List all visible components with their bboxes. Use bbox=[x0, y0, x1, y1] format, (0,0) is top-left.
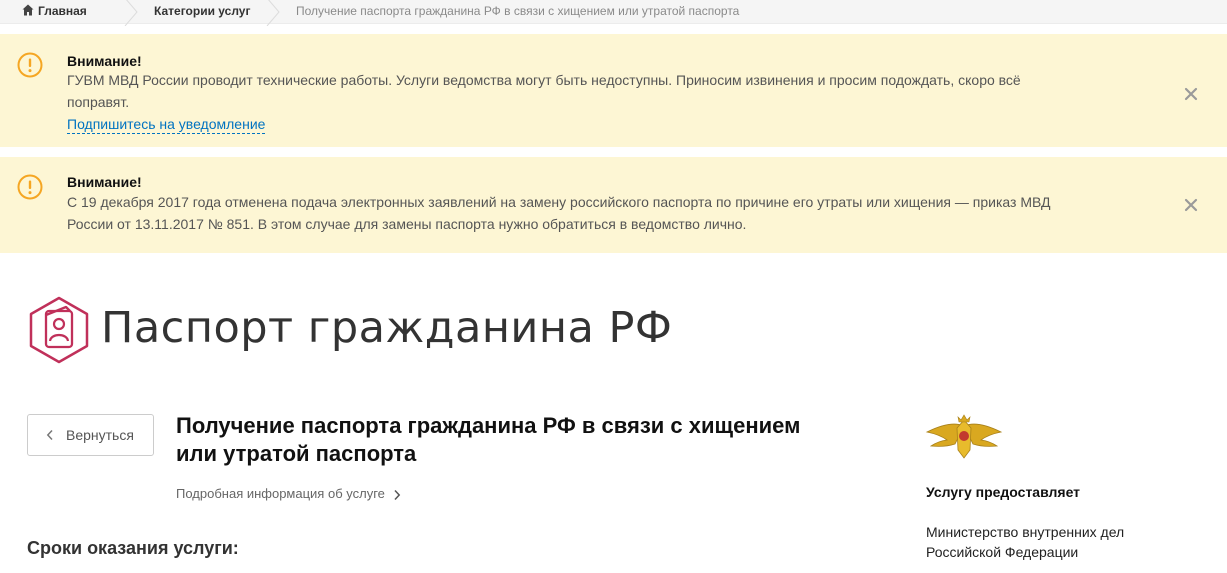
breadcrumb-current: Получение паспорта гражданина РФ в связи… bbox=[296, 4, 740, 18]
chevron-left-icon bbox=[46, 429, 53, 441]
breadcrumb-home-label: Главная bbox=[38, 4, 87, 18]
subscribe-notification-link[interactable]: Подпишитесь на уведомление bbox=[67, 115, 266, 134]
warning-icon bbox=[17, 52, 43, 78]
home-icon bbox=[22, 4, 34, 16]
service-terms-heading: Сроки оказания услуги: bbox=[27, 538, 239, 558]
back-button[interactable]: Вернуться bbox=[27, 414, 154, 456]
alert-title: Внимание! bbox=[67, 53, 142, 69]
breadcrumb-separator bbox=[124, 0, 138, 26]
passport-icon bbox=[29, 296, 89, 364]
breadcrumb: Главная Категории услуг Получение паспор… bbox=[0, 0, 1227, 26]
service-title: Получение паспорта гражданина РФ в связи… bbox=[176, 413, 801, 466]
service-details-link[interactable]: Подробная информация об услуге bbox=[176, 486, 401, 501]
alert-text: ГУВМ МВД России проводит технические раб… bbox=[67, 72, 1021, 110]
breadcrumb-categories[interactable]: Категории услуг bbox=[154, 0, 250, 24]
provider-name: Министерство внутренних дел Российской Ф… bbox=[926, 524, 1125, 560]
breadcrumb-home[interactable]: Главная bbox=[22, 0, 87, 24]
chevron-right-icon bbox=[394, 489, 401, 501]
alert-passport-change: Внимание! С 19 декабря 2017 года отменен… bbox=[0, 157, 1227, 253]
close-icon[interactable] bbox=[1183, 86, 1199, 102]
close-icon[interactable] bbox=[1183, 197, 1199, 213]
breadcrumb-separator bbox=[266, 0, 280, 26]
provider-title: Услугу предоставляет bbox=[926, 484, 1081, 500]
alert-technical-works: Внимание! ГУВМ МВД России проводит техни… bbox=[0, 34, 1227, 147]
alert-title: Внимание! bbox=[67, 174, 142, 190]
warning-icon bbox=[17, 174, 43, 200]
mvd-emblem-icon bbox=[925, 414, 1003, 459]
service-details-label: Подробная информация об услуге bbox=[176, 486, 385, 501]
back-button-label: Вернуться bbox=[66, 427, 134, 443]
page-title: Паспорт гражданина РФ bbox=[101, 303, 673, 353]
alert-text: С 19 декабря 2017 года отменена подача э… bbox=[67, 194, 1051, 232]
